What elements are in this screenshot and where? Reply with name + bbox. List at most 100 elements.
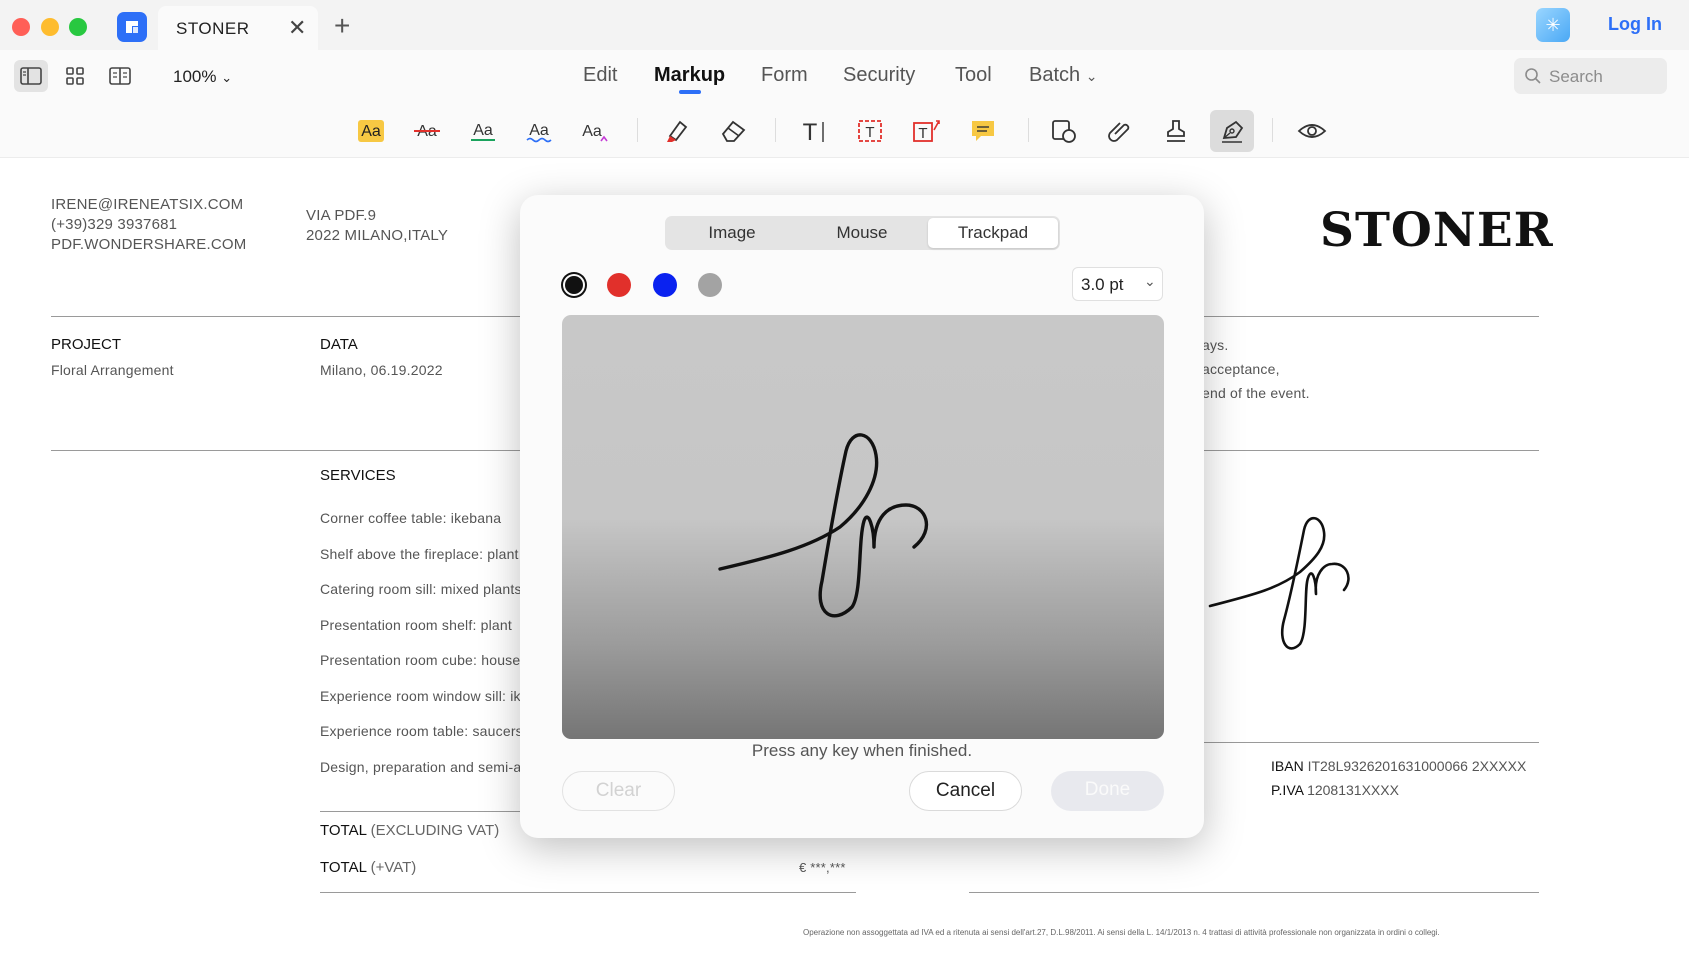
service-item: Catering room sill: mixed plants xyxy=(320,581,522,597)
placed-signature[interactable] xyxy=(1208,508,1388,658)
sticky-note-icon[interactable] xyxy=(961,110,1005,152)
piva-row: P.IVA 1208131XXXX xyxy=(1271,782,1399,798)
tab-mouse[interactable]: Mouse xyxy=(797,218,927,248)
data-value: Milano, 06.19.2022 xyxy=(320,362,443,378)
ai-assistant-icon[interactable]: ✳ xyxy=(1536,8,1570,42)
color-gray-swatch[interactable] xyxy=(698,273,722,297)
service-item: Experience room table: saucers xyxy=(320,723,523,739)
service-item: Corner coffee table: ikebana xyxy=(320,510,502,526)
service-item: Presentation room cube: house xyxy=(320,652,521,668)
strikethrough-text-icon[interactable]: Aa xyxy=(405,110,449,152)
color-black-swatch[interactable] xyxy=(565,276,583,294)
svg-text:T: T xyxy=(865,124,874,141)
underline-text-icon[interactable]: Aa xyxy=(461,110,505,152)
drawn-signature xyxy=(718,433,929,618)
terms-line-1: ays. xyxy=(1202,337,1229,353)
total-excl-label: TOTAL xyxy=(320,822,367,839)
cancel-button[interactable]: Cancel xyxy=(909,771,1022,811)
piva-label: P.IVA xyxy=(1271,782,1304,798)
piva-value: 1208131XXXX xyxy=(1307,782,1399,798)
tab-image[interactable]: Image xyxy=(667,218,797,248)
attachment-icon[interactable] xyxy=(1098,110,1142,152)
data-label: DATA xyxy=(320,336,358,353)
done-button[interactable]: Done xyxy=(1051,771,1164,811)
login-button[interactable]: Log In xyxy=(1608,14,1662,35)
total-excl-row: TOTAL (EXCLUDING VAT) xyxy=(320,822,499,839)
minimize-window-button[interactable] xyxy=(41,18,59,36)
color-blue-swatch[interactable] xyxy=(653,273,677,297)
search-input[interactable]: Search xyxy=(1514,58,1667,94)
stroke-width-select[interactable]: 3.0 pt ⌄ xyxy=(1072,267,1163,301)
main-toolbar: 100% ⌄ Edit Markup Form Security Tool Ba… xyxy=(0,50,1689,102)
title-bar: STONER ✕ + ✳ Log In xyxy=(0,0,1689,50)
tab-trackpad[interactable]: Trackpad xyxy=(928,218,1058,248)
search-placeholder: Search xyxy=(1549,67,1603,86)
total-vat-value: € ***,*** xyxy=(799,860,846,875)
input-mode-segmented-control: Image Mouse Trackpad xyxy=(665,216,1060,250)
address-line-2: 2022 MILANO,ITALY xyxy=(306,227,449,244)
menu-security[interactable]: Security xyxy=(843,64,915,87)
total-vat-label: TOTAL xyxy=(320,859,367,876)
squiggly-underline-text-icon[interactable]: Aa xyxy=(517,110,561,152)
app-logo-icon xyxy=(117,12,147,42)
svg-text:Aa: Aa xyxy=(582,123,602,140)
sidebar-toggle-icon[interactable] xyxy=(14,60,48,92)
svg-text:Aa: Aa xyxy=(361,123,381,140)
clear-button[interactable]: Clear xyxy=(562,771,675,811)
search-icon xyxy=(1525,68,1541,84)
contact-phone: (+39)329 3937681 xyxy=(51,216,178,233)
document-tab[interactable]: STONER ✕ xyxy=(158,6,318,50)
chevron-down-icon: ⌄ xyxy=(1144,273,1156,289)
contact-email: IRENE@IRENEATSIX.COM xyxy=(51,196,244,213)
service-item: Presentation room shelf: plant xyxy=(320,617,512,633)
zoom-dropdown[interactable]: 100% ⌄ xyxy=(173,67,232,87)
document-tab-label: STONER xyxy=(176,19,250,38)
stamp-icon[interactable] xyxy=(1154,110,1198,152)
svg-text:T: T xyxy=(803,119,818,144)
grid-view-icon[interactable] xyxy=(58,60,92,92)
maximize-window-button[interactable] xyxy=(69,18,87,36)
highlighter-pen-icon[interactable] xyxy=(655,110,699,152)
eye-icon[interactable] xyxy=(1290,110,1334,152)
fine-print: Operazione non assoggettata ad IVA ed a … xyxy=(803,928,1440,937)
total-excl-note: (EXCLUDING VAT) xyxy=(370,822,500,839)
signature-drawing-canvas[interactable] xyxy=(562,315,1164,739)
iban-row: IBAN IT28L9326201631000066 2XXXXX xyxy=(1271,758,1526,774)
active-menu-indicator xyxy=(679,90,701,94)
textbox-icon[interactable]: T xyxy=(848,110,892,152)
typewriter-icon[interactable]: T xyxy=(791,110,835,152)
eraser-icon[interactable] xyxy=(711,110,755,152)
stroke-width-value: 3.0 pt xyxy=(1081,275,1124,294)
zoom-value: 100% xyxy=(173,67,217,86)
finish-hint: Press any key when finished. xyxy=(751,741,973,760)
iban-value: IT28L9326201631000066 2XXXXX xyxy=(1307,758,1527,774)
service-item: Design, preparation and semi-a xyxy=(320,759,522,775)
signature-dialog: Image Mouse Trackpad 3.0 pt ⌄ Press any … xyxy=(520,195,1204,838)
insert-caret-text-icon[interactable]: Aa xyxy=(572,110,616,152)
service-item: Experience room window sill: ik xyxy=(320,688,521,704)
toolbar-divider xyxy=(1272,118,1273,142)
new-tab-icon[interactable]: + xyxy=(334,10,350,42)
toolbar-divider xyxy=(637,118,638,142)
menu-markup[interactable]: Markup xyxy=(654,64,725,87)
menu-form[interactable]: Form xyxy=(761,64,808,87)
menu-tool[interactable]: Tool xyxy=(955,64,992,87)
svg-text:T: T xyxy=(918,125,927,142)
project-label: PROJECT xyxy=(51,336,122,353)
menu-batch[interactable]: Batch ⌄ xyxy=(1029,64,1097,87)
close-window-button[interactable] xyxy=(12,18,30,36)
menu-edit[interactable]: Edit xyxy=(583,64,617,87)
chevron-down-icon: ⌄ xyxy=(221,70,233,85)
toolbar-divider xyxy=(1028,118,1029,142)
close-tab-icon[interactable]: ✕ xyxy=(288,15,306,41)
divider xyxy=(320,892,856,893)
signature-pen-icon[interactable] xyxy=(1210,110,1254,152)
chevron-down-icon: ⌄ xyxy=(1085,68,1098,84)
highlight-text-icon[interactable]: Aa xyxy=(349,110,393,152)
project-value: Floral Arrangement xyxy=(51,362,174,378)
color-red-swatch[interactable] xyxy=(607,273,631,297)
reading-mode-icon[interactable] xyxy=(103,60,137,92)
shapes-icon[interactable] xyxy=(1042,110,1086,152)
services-label: SERVICES xyxy=(320,467,396,484)
callout-icon[interactable]: T xyxy=(905,110,949,152)
